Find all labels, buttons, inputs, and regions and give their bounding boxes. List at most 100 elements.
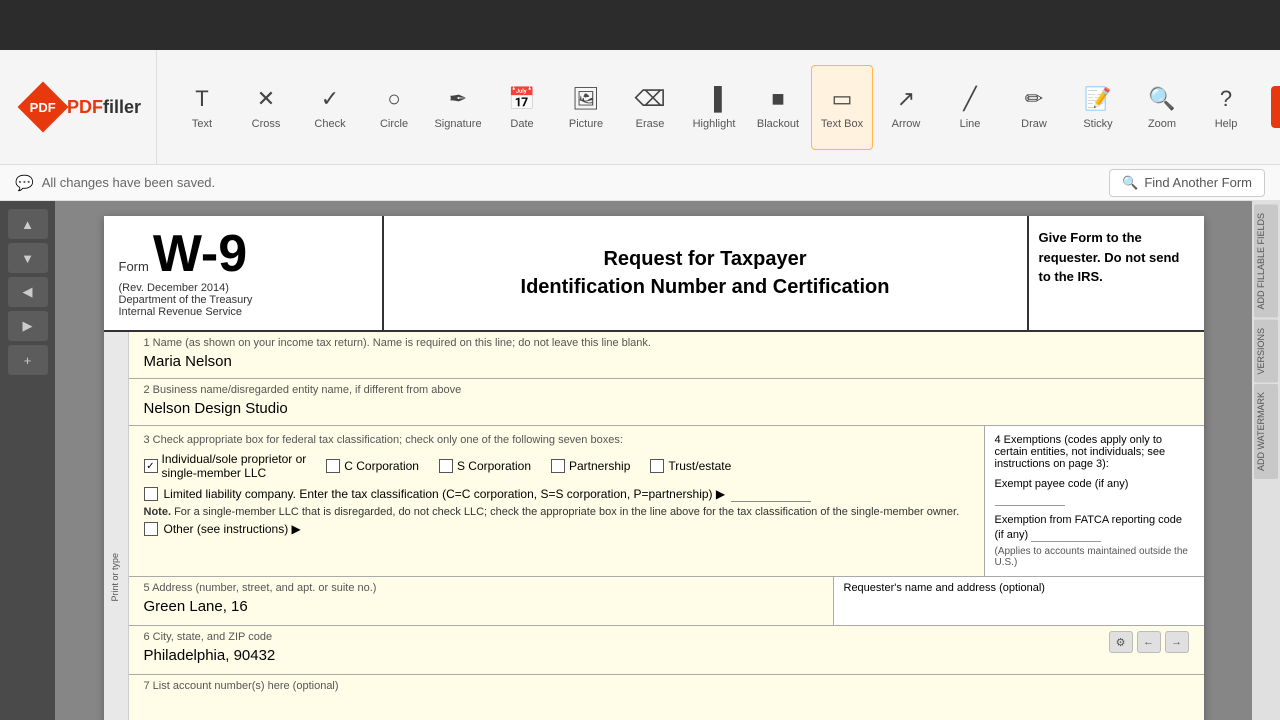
tool-line[interactable]: ╱ Line: [939, 65, 1001, 150]
vertical-text-print: Print or type: [110, 553, 122, 602]
logo-diamond: PDF: [18, 82, 69, 133]
tool-icon-cross: ✕: [257, 84, 275, 114]
checkbox-ccorp-label: C Corporation: [344, 459, 419, 473]
field1-value[interactable]: Maria Nelson: [144, 351, 1189, 373]
tool-label-date: Date: [510, 118, 533, 130]
requesters-label: Requester's name and address (optional): [844, 582, 1194, 594]
form-header-left: Form W-9 (Rev. December 2014) Department…: [104, 216, 384, 330]
tool-icon-picture: 🖼: [572, 84, 600, 114]
tool-text[interactable]: T Text: [171, 65, 233, 150]
field5-section: 5 Address (number, street, and apt. or s…: [129, 577, 1204, 626]
tool-icon-textbox: ▭: [832, 84, 853, 114]
field5-value[interactable]: Green Lane, 16: [144, 596, 818, 620]
checkbox-other[interactable]: [144, 522, 158, 536]
checkbox-scorp[interactable]: S Corporation: [439, 452, 531, 480]
form-dept2: Internal Revenue Service: [119, 306, 367, 318]
tax-class-right: 4 Exemptions (codes apply only to certai…: [984, 426, 1204, 576]
llc-input[interactable]: [731, 486, 811, 502]
find-form-button[interactable]: 🔍 Find Another Form: [1109, 169, 1265, 197]
note-content: For a single-member LLC that is disregar…: [174, 506, 959, 518]
tool-signature[interactable]: ✒ Signature: [427, 65, 489, 150]
search-icon: 🔍: [1122, 175, 1138, 191]
tool-label-picture: Picture: [569, 118, 603, 130]
tool-check[interactable]: ✓ Check: [299, 65, 361, 150]
tool-icon-blackout: ■: [771, 84, 784, 114]
city-tools: ⚙ ← →: [1109, 631, 1189, 653]
form-title-line2: Identification Number and Certification: [521, 273, 890, 301]
checkbox-trust[interactable]: Trust/estate: [650, 452, 731, 480]
tool-label-arrow: Arrow: [892, 118, 921, 130]
tool-date[interactable]: 📅 Date: [491, 65, 553, 150]
city-tool-gear[interactable]: ⚙: [1109, 631, 1133, 653]
note-text: Note. For a single-member LLC that is di…: [144, 506, 969, 518]
exempt-payee-input[interactable]: [995, 490, 1065, 506]
address-right: Requester's name and address (optional): [834, 577, 1204, 625]
top-bar: [0, 0, 1280, 50]
tool-icon-erase: ⌫: [634, 84, 665, 114]
tool-icon-check: ✓: [321, 84, 339, 114]
tool-erase[interactable]: ⌫ Erase: [619, 65, 681, 150]
vertical-label-area: Print or type: [104, 332, 129, 720]
field5-label: 5 Address (number, street, and apt. or s…: [144, 582, 818, 594]
field1-label: 1 Name (as shown on your income tax retu…: [144, 337, 1189, 349]
checkbox-trust-label: Trust/estate: [668, 459, 731, 473]
tool-arrow[interactable]: ↗ Arrow: [875, 65, 937, 150]
tool-blackout[interactable]: ■ Blackout: [747, 65, 809, 150]
other-row: Other (see instructions) ▶: [144, 522, 969, 536]
tool-icon-arrow: ↗: [897, 84, 915, 114]
checkbox-individual-box: ✓: [144, 459, 158, 473]
tool-textbox[interactable]: ▭ Text Box: [811, 65, 873, 150]
tool-draw[interactable]: ✏ Draw: [1003, 65, 1065, 150]
checkbox-llc[interactable]: [144, 487, 158, 501]
tool-highlight[interactable]: ▐ Highlight: [683, 65, 745, 150]
tool-zoom[interactable]: 🔍 Zoom: [1131, 65, 1193, 150]
tool-help[interactable]: ? Help: [1195, 65, 1257, 150]
checkbox-partnership-box: [551, 459, 565, 473]
sidebar-btn-left[interactable]: ◀: [8, 277, 48, 307]
field3-label: 3 Check appropriate box for federal tax …: [144, 434, 969, 446]
fatca-input[interactable]: [1031, 526, 1101, 542]
right-tab-versions[interactable]: VERSIONS: [1254, 320, 1278, 383]
status-left: 💬 All changes have been saved.: [15, 174, 215, 192]
sidebar-btn-zoom-in[interactable]: +: [8, 345, 48, 375]
logo-text: PDFfiller: [67, 97, 141, 118]
document: Form W-9 (Rev. December 2014) Department…: [104, 216, 1204, 720]
field2-value[interactable]: Nelson Design Studio: [144, 398, 1189, 420]
sidebar-btn-up[interactable]: ▲: [8, 209, 48, 239]
form-header: Form W-9 (Rev. December 2014) Department…: [104, 216, 1204, 332]
tool-cross[interactable]: ✕ Cross: [235, 65, 297, 150]
left-sidebar: ▲ ▼ ◀ ▶ +: [0, 201, 55, 720]
tool-label-cross: Cross: [252, 118, 281, 130]
checkbox-partnership[interactable]: Partnership: [551, 452, 630, 480]
tool-circle[interactable]: ○ Circle: [363, 65, 425, 150]
done-button[interactable]: ✓ ✓ DONE: [1271, 86, 1280, 128]
sidebar-btn-right[interactable]: ▶: [8, 311, 48, 341]
checkbox-ccorp[interactable]: C Corporation: [326, 452, 419, 480]
tool-icon-zoom: 🔍: [1148, 84, 1175, 114]
tool-label-draw: Draw: [1021, 118, 1047, 130]
city-tool-right[interactable]: →: [1165, 631, 1189, 653]
tool-picture[interactable]: 🖼 Picture: [555, 65, 617, 150]
tool-label-sticky: Sticky: [1083, 118, 1112, 130]
city-tool-left[interactable]: ←: [1137, 631, 1161, 653]
field2-row: 2 Business name/disregarded entity name,…: [129, 379, 1204, 426]
right-tab-watermark[interactable]: ADD WATERMARK: [1254, 384, 1278, 479]
tool-icon-sticky: 📝: [1084, 84, 1111, 114]
form-dept1: Department of the Treasury: [119, 294, 367, 306]
tool-sticky[interactable]: 📝 Sticky: [1067, 65, 1129, 150]
right-tab-fillable[interactable]: ADD FILLABLE FIELDS: [1254, 205, 1278, 318]
right-sidebar: ADD FILLABLE FIELDS VERSIONS ADD WATERMA…: [1252, 201, 1280, 720]
sidebar-btn-down[interactable]: ▼: [8, 243, 48, 273]
tool-label-line: Line: [960, 118, 981, 130]
tool-label-textbox: Text Box: [821, 118, 863, 130]
form-label: Form: [119, 259, 149, 274]
tool-icon-date: 📅: [508, 84, 535, 114]
field7-value[interactable]: [144, 694, 1189, 720]
field6-value[interactable]: Philadelphia, 90432: [144, 645, 1189, 669]
llc-row: Limited liability company. Enter the tax…: [144, 486, 969, 502]
logo-area: PDF PDFfiller: [10, 50, 157, 164]
tool-icon-line: ╱: [963, 84, 976, 114]
toolbar-tools: T Text ✕ Cross ✓ Check ○ Circle ✒ Signat…: [161, 65, 1267, 150]
checkbox-individual[interactable]: ✓ Individual/sole proprietor orsingle-me…: [144, 452, 307, 480]
tool-icon-text: T: [195, 84, 208, 114]
